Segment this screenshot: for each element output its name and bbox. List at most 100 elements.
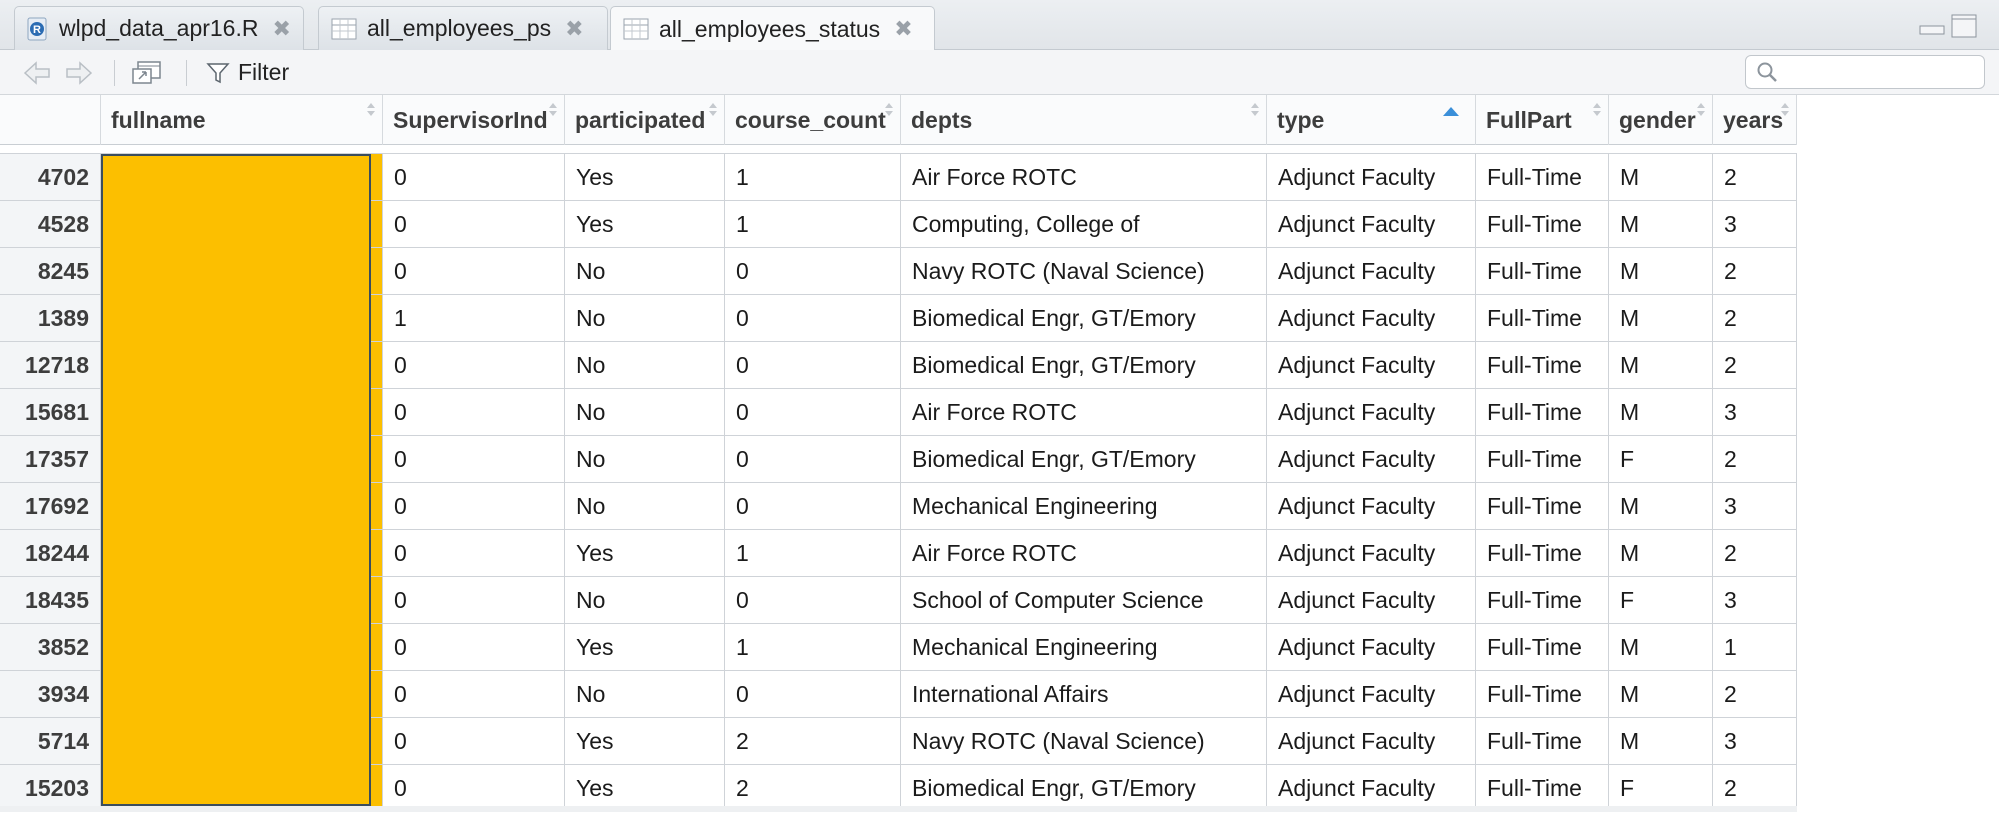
header-participated[interactable]: participated bbox=[565, 95, 725, 145]
header-fullname[interactable]: fullname bbox=[101, 95, 383, 145]
maximize-pane-icon[interactable] bbox=[1951, 14, 1977, 38]
filter-label: Filter bbox=[238, 59, 290, 85]
row-number-cell: 5714 bbox=[0, 718, 101, 764]
row-number-cell: 3852 bbox=[0, 624, 101, 670]
cell-supervisorind: 1 bbox=[383, 295, 565, 341]
cell-fullpart: Full-Time bbox=[1476, 577, 1609, 623]
cell-supervisorind: 0 bbox=[383, 389, 565, 435]
header-fullpart[interactable]: FullPart bbox=[1476, 95, 1609, 145]
row-number-cell: 8245 bbox=[0, 248, 101, 294]
grid-header-row: fullname SupervisorInd participated cour… bbox=[0, 95, 1797, 145]
minimize-pane-icon[interactable] bbox=[1919, 14, 1945, 36]
cell-participated: Yes bbox=[565, 201, 725, 247]
cell-course_count: 0 bbox=[725, 295, 901, 341]
cell-depts: International Affairs bbox=[901, 671, 1267, 717]
sort-toggle-icon[interactable] bbox=[1696, 103, 1706, 119]
tab-all-employees-ps[interactable]: all_employees_ps ✖ bbox=[318, 6, 608, 50]
cell-depts: Biomedical Engr, GT/Emory bbox=[901, 765, 1267, 811]
close-icon[interactable]: ✖ bbox=[894, 16, 912, 42]
cell-type: Adjunct Faculty bbox=[1267, 201, 1476, 247]
header-gender[interactable]: gender bbox=[1609, 95, 1713, 145]
cell-supervisorind: 0 bbox=[383, 154, 565, 200]
sort-toggle-icon[interactable] bbox=[1250, 103, 1260, 119]
svg-text:R: R bbox=[33, 24, 41, 36]
cell-gender: M bbox=[1609, 671, 1713, 717]
back-button[interactable] bbox=[22, 50, 52, 95]
cell-years: 3 bbox=[1713, 483, 1797, 529]
cell-course_count: 0 bbox=[725, 389, 901, 435]
cell-years: 3 bbox=[1713, 201, 1797, 247]
cell-fullpart: Full-Time bbox=[1476, 530, 1609, 576]
cell-gender: M bbox=[1609, 342, 1713, 388]
close-icon[interactable]: ✖ bbox=[565, 16, 583, 42]
close-icon[interactable]: ✖ bbox=[272, 16, 290, 42]
header-course-count[interactable]: course_count bbox=[725, 95, 901, 145]
sort-toggle-icon[interactable] bbox=[1592, 103, 1602, 119]
row-number-cell: 18435 bbox=[0, 577, 101, 623]
sort-toggle-icon[interactable] bbox=[548, 103, 558, 119]
cell-years: 2 bbox=[1713, 248, 1797, 294]
cell-type: Adjunct Faculty bbox=[1267, 671, 1476, 717]
search-input[interactable] bbox=[1778, 60, 1972, 84]
cell-participated: No bbox=[565, 483, 725, 529]
cell-participated: No bbox=[565, 295, 725, 341]
r-file-icon: R bbox=[27, 17, 49, 41]
row-number-cell: 15681 bbox=[0, 389, 101, 435]
editor-tab-bar: R wlpd_data_apr16.R ✖ all_employees_ps ✖… bbox=[0, 0, 1999, 51]
cell-supervisorind: 0 bbox=[383, 624, 565, 670]
cell-fullpart: Full-Time bbox=[1476, 436, 1609, 482]
grid-bottom-edge bbox=[0, 806, 1797, 812]
cell-depts: Biomedical Engr, GT/Emory bbox=[901, 436, 1267, 482]
cell-participated: Yes bbox=[565, 530, 725, 576]
cell-type: Adjunct Faculty bbox=[1267, 624, 1476, 670]
cell-years: 3 bbox=[1713, 577, 1797, 623]
table-icon bbox=[623, 17, 649, 41]
tab-wlpd-data-script[interactable]: R wlpd_data_apr16.R ✖ bbox=[14, 6, 304, 50]
cell-type: Adjunct Faculty bbox=[1267, 530, 1476, 576]
cell-fullpart: Full-Time bbox=[1476, 342, 1609, 388]
cell-participated: No bbox=[565, 389, 725, 435]
tab-all-employees-status[interactable]: all_employees_status ✖ bbox=[610, 6, 935, 51]
cell-fullpart: Full-Time bbox=[1476, 248, 1609, 294]
cell-type: Adjunct Faculty bbox=[1267, 436, 1476, 482]
header-depts[interactable]: depts bbox=[901, 95, 1267, 145]
cell-years: 2 bbox=[1713, 530, 1797, 576]
header-supervisorind[interactable]: SupervisorInd bbox=[383, 95, 565, 145]
row-number-cell: 1389 bbox=[0, 295, 101, 341]
show-in-new-window-button[interactable] bbox=[130, 50, 164, 95]
cell-depts: Mechanical Engineering bbox=[901, 624, 1267, 670]
search-box[interactable] bbox=[1745, 55, 1985, 89]
cell-supervisorind: 0 bbox=[383, 436, 565, 482]
cell-fullpart: Full-Time bbox=[1476, 671, 1609, 717]
cell-participated: No bbox=[565, 436, 725, 482]
cell-course_count: 1 bbox=[725, 201, 901, 247]
cell-participated: Yes bbox=[565, 154, 725, 200]
search-icon bbox=[1757, 62, 1777, 82]
row-number-cell: 4528 bbox=[0, 201, 101, 247]
cell-years: 3 bbox=[1713, 718, 1797, 764]
cell-fullpart: Full-Time bbox=[1476, 483, 1609, 529]
cell-years: 2 bbox=[1713, 295, 1797, 341]
header-type[interactable]: type bbox=[1267, 95, 1476, 145]
cell-supervisorind: 0 bbox=[383, 671, 565, 717]
row-number-cell: 17357 bbox=[0, 436, 101, 482]
toolbar-separator bbox=[186, 60, 187, 86]
cell-fullpart: Full-Time bbox=[1476, 154, 1609, 200]
cell-supervisorind: 0 bbox=[383, 765, 565, 811]
cell-type: Adjunct Faculty bbox=[1267, 483, 1476, 529]
cell-depts: Air Force ROTC bbox=[901, 530, 1267, 576]
sort-toggle-icon[interactable] bbox=[1780, 103, 1790, 119]
cell-course_count: 0 bbox=[725, 342, 901, 388]
cell-years: 2 bbox=[1713, 154, 1797, 200]
cell-years: 2 bbox=[1713, 765, 1797, 811]
sort-toggle-icon[interactable] bbox=[366, 103, 376, 119]
cell-supervisorind: 0 bbox=[383, 248, 565, 294]
filter-button[interactable]: Filter bbox=[206, 50, 289, 95]
forward-button[interactable] bbox=[64, 50, 94, 95]
cell-gender: M bbox=[1609, 295, 1713, 341]
cell-participated: No bbox=[565, 248, 725, 294]
sort-toggle-icon[interactable] bbox=[884, 103, 894, 119]
sort-toggle-icon[interactable] bbox=[708, 103, 718, 119]
sort-ascending-icon[interactable] bbox=[1443, 107, 1459, 116]
header-years[interactable]: years bbox=[1713, 95, 1797, 145]
